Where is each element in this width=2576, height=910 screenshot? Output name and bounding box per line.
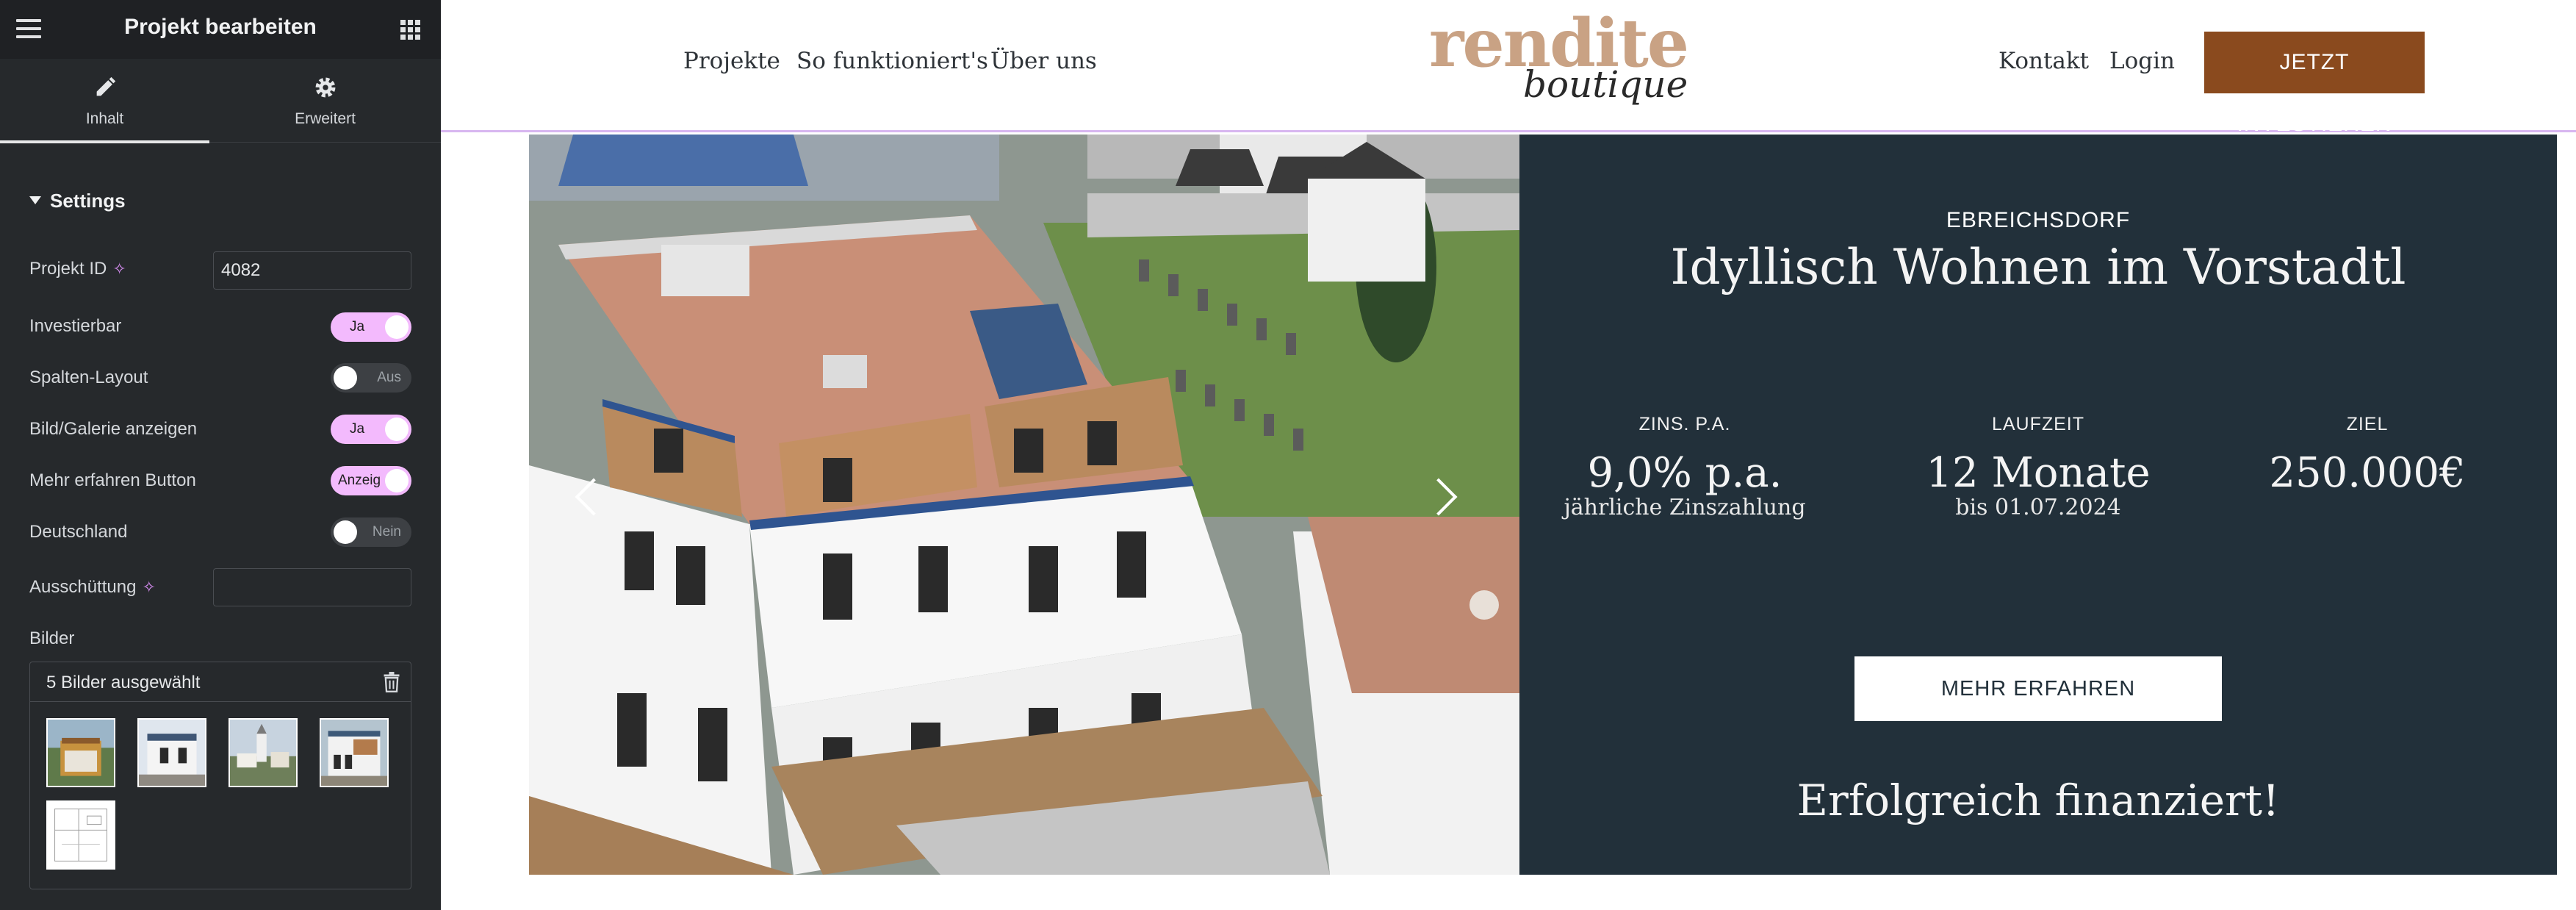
nav-projekte[interactable]: Projekte	[683, 48, 780, 74]
editor-title: Projekt bearbeiten	[124, 15, 317, 39]
nav-login[interactable]: Login	[2109, 48, 2175, 74]
gallery-thumbnail[interactable]	[137, 718, 206, 787]
stat-laufzeit-sub: bis 01.07.2024	[1955, 495, 2121, 520]
ausschuettung-label-text: Ausschüttung	[29, 577, 137, 597]
toggle-state: Ja	[350, 421, 365, 437]
gallery-thumbnail[interactable]	[46, 800, 115, 870]
nav-ueber-uns[interactable]: Über uns	[990, 48, 1097, 74]
editor-panel: Projekt bearbeiten Inhalt Erweitert Sett…	[0, 0, 441, 910]
gallery-thumbnail[interactable]	[46, 718, 115, 787]
jetzt-investieren-button[interactable]: JETZT INVESTIEREN	[2204, 32, 2425, 136]
deutschland-toggle[interactable]: Nein	[331, 517, 411, 547]
project-image-slider[interactable]	[529, 135, 1519, 875]
toggle-knob	[334, 520, 357, 544]
bilder-label: Bilder	[29, 628, 75, 648]
mehr-erfahren-label: Mehr erfahren Button	[29, 470, 196, 490]
toggle-knob	[385, 418, 409, 441]
toggle-knob	[334, 366, 357, 390]
editor-tabs: Inhalt Erweitert	[0, 59, 441, 143]
investierbar-label: Investierbar	[29, 316, 122, 336]
apps-grid-icon[interactable]	[400, 20, 420, 40]
investierbar-toggle[interactable]: Ja	[331, 312, 411, 342]
stat-zins-value: 9,0% p.a.	[1587, 449, 1782, 497]
site-header: Projekte So funktioniert's Über uns rend…	[441, 0, 2576, 136]
project-card: EBREICHSDORF Idyllisch Wohnen im Vorstad…	[529, 135, 2557, 875]
logo-word-boutique: boutique	[1523, 63, 1688, 106]
toggle-state: Aus	[377, 370, 401, 385]
editor-header: Projekt bearbeiten	[0, 0, 441, 59]
spalten-layout-label: Spalten-Layout	[29, 368, 148, 387]
stat-laufzeit-value: 12 Monate	[1926, 449, 2151, 497]
projekt-id-label: Projekt ID ✧	[29, 259, 126, 279]
project-photo	[529, 135, 1519, 875]
project-info-panel: EBREICHSDORF Idyllisch Wohnen im Vorstad…	[1519, 135, 2557, 875]
tab-inhalt-label: Inhalt	[85, 110, 124, 127]
spalten-layout-toggle[interactable]: Aus	[331, 363, 411, 393]
tab-inhalt[interactable]: Inhalt	[0, 59, 209, 143]
bild-galerie-toggle[interactable]: Ja	[331, 415, 411, 444]
toggle-knob	[385, 315, 409, 339]
stat-laufzeit-label: LAUFZEIT	[1991, 414, 2085, 434]
ai-sparkle-icon[interactable]: ✧	[142, 578, 155, 596]
gear-icon	[315, 77, 335, 98]
pencil-icon	[96, 76, 115, 96]
site-preview: Projekte So funktioniert's Über uns rend…	[441, 0, 2576, 910]
toggle-state: Ja	[350, 319, 365, 334]
tab-erweitert-label: Erweitert	[295, 110, 356, 127]
settings-section-header[interactable]: Settings	[29, 190, 126, 212]
trash-icon[interactable]	[383, 672, 400, 692]
gallery-control: 5 Bilder ausgewählt	[29, 662, 411, 889]
stat-zins-sub: jährliche Zinszahlung	[1564, 495, 1806, 520]
logo[interactable]: rendite boutique	[1429, 4, 1689, 115]
bild-galerie-label: Bild/Galerie anzeigen	[29, 419, 198, 439]
ausschuettung-label: Ausschüttung ✧	[29, 577, 156, 598]
funding-status: Erfolgreich finanziert!	[1796, 775, 2280, 825]
gallery-selected-count: 5 Bilder ausgewählt	[46, 673, 201, 692]
project-location: EBREICHSDORF	[1946, 208, 2131, 232]
nav-so-funktionierts[interactable]: So funktioniert's	[796, 48, 988, 74]
gallery-thumbnail[interactable]	[320, 718, 389, 787]
gallery-header: 5 Bilder ausgewählt	[30, 662, 411, 702]
stat-ziel-label: ZIEL	[2346, 414, 2389, 434]
nav-kontakt[interactable]: Kontakt	[1998, 48, 2089, 74]
settings-title: Settings	[50, 190, 126, 212]
project-title: Idyllisch Wohnen im Vorstadtl	[1670, 239, 2406, 295]
tab-erweitert[interactable]: Erweitert	[220, 59, 430, 143]
stat-zins-label: ZINS. P.A.	[1638, 414, 1731, 434]
ausschuettung-input[interactable]	[213, 568, 411, 606]
stat-ziel: ZIEL 250.000€	[2220, 414, 2514, 495]
projekt-id-input[interactable]: 4082	[213, 251, 411, 290]
caret-down-icon	[29, 196, 41, 204]
stat-laufzeit: LAUFZEIT 12 Monate bis 01.07.2024	[1891, 414, 2185, 520]
active-tab-indicator	[0, 140, 209, 143]
deutschland-label: Deutschland	[29, 522, 128, 542]
mehr-erfahren-toggle[interactable]: Anzeig	[331, 466, 411, 495]
gallery-thumbnail[interactable]	[229, 718, 298, 787]
mehr-erfahren-button[interactable]: MEHR ERFAHREN	[1854, 656, 2222, 721]
toggle-knob	[385, 469, 409, 492]
ai-sparkle-icon[interactable]: ✧	[112, 259, 126, 278]
toggle-state: Nein	[372, 524, 401, 540]
toggle-state: Anzeig	[338, 473, 381, 488]
stat-zins: ZINS. P.A. 9,0% p.a. jährliche Zinszahlu…	[1538, 414, 1832, 520]
stat-ziel-value: 250.000€	[2269, 449, 2466, 497]
projekt-id-label-text: Projekt ID	[29, 259, 107, 279]
